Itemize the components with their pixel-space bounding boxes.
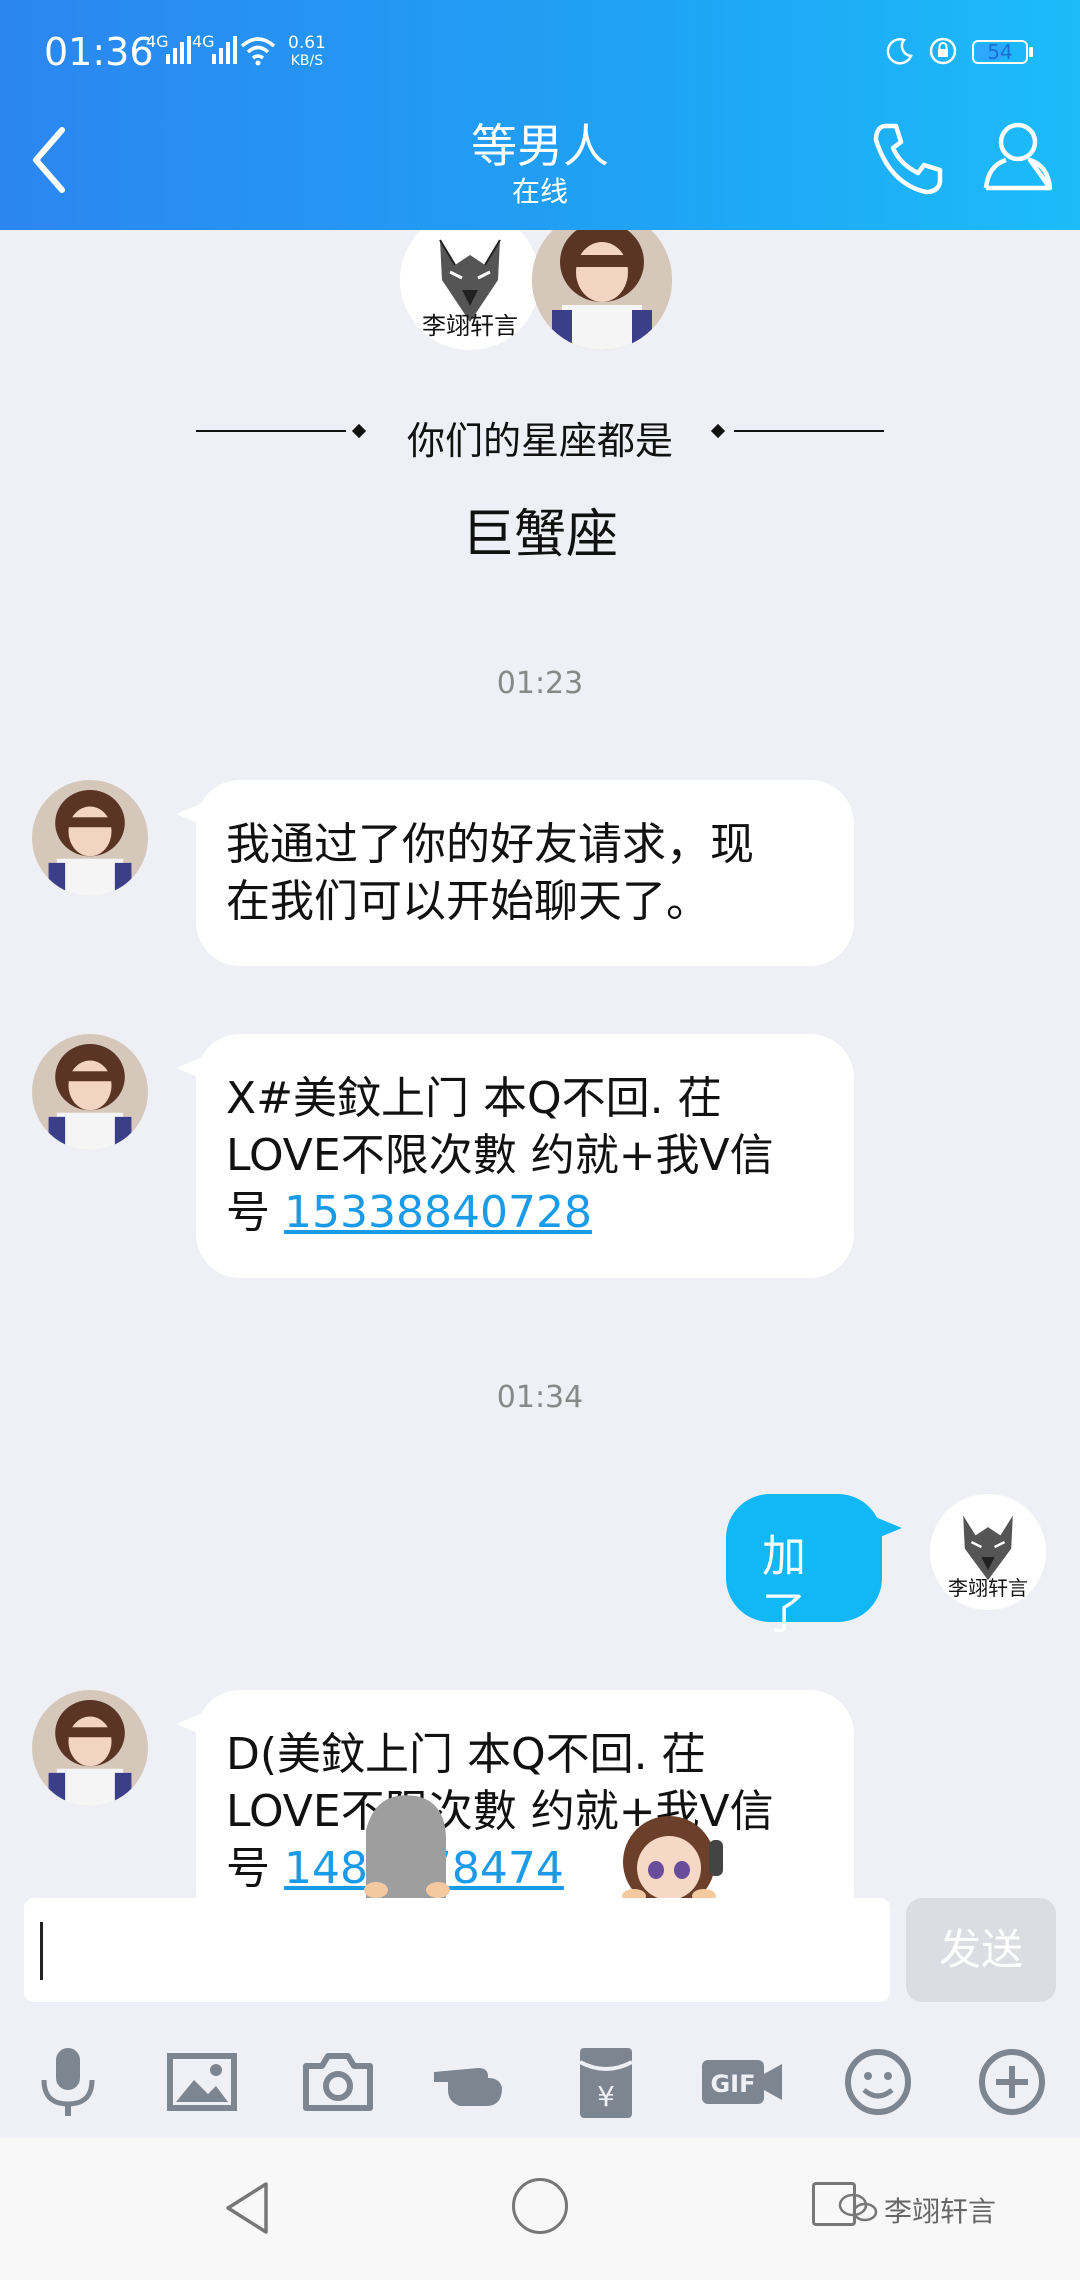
gif-icon[interactable]: GIF [698,2042,788,2122]
wolf-avatar-text: 李翊轩言 [422,312,518,340]
message-line: LOVE不限次數 约就+我V信 [226,1786,774,1837]
microphone-icon[interactable] [28,2042,108,2122]
grey-character-sticker [364,1795,450,1898]
message-timestamp: 01:23 [496,666,584,701]
divider-right [734,430,884,432]
contact-avatar[interactable] [32,1034,148,1150]
title-bar: 等男人 在线 [0,80,1080,230]
message-line: 号 148 78474 [226,1840,824,1897]
received-message-bubble[interactable]: X#美鈫上门 本Q不回. 茌 LOVE不限次數 约就+我V信 号 1533884… [176,1034,854,1278]
message-line: 号 15338840728 [226,1184,824,1241]
bubble-tail [176,1054,210,1082]
nav-back-icon[interactable] [218,2178,278,2238]
profile-button[interactable] [978,116,1058,196]
contact-avatar-header[interactable] [532,230,672,350]
wifi-icon [240,37,276,66]
network-speed: 0.61 KB/S [288,34,326,70]
emoji-icon[interactable] [838,2042,918,2122]
contact-avatar[interactable] [32,780,148,896]
top-bar: 01:36 4G 4G 0.61 KB/S 54 等男人 在线 [0,0,1080,230]
message-timestamp: 01:34 [496,1380,584,1415]
status-bar: 01:36 4G 4G 0.61 KB/S 54 [0,0,1080,80]
moon-icon [886,38,913,65]
girl-avatar-image [32,780,148,896]
message-text: 号 [226,1187,284,1238]
red-packet-icon[interactable]: ¥ [566,2042,646,2122]
phone-call-button[interactable] [868,118,948,198]
watermark: 李翊轩言 [838,2190,997,2230]
signal-icon [212,36,237,64]
battery-icon: 54 [972,40,1028,64]
received-message-bubble[interactable]: D(美鈫上门 本Q不回. 茌 LOVE不限次數 约就+我V信 号 148 784… [176,1690,854,1898]
message-line: LOVE不限次數 约就+我V信 [226,1130,774,1181]
message-text: 加了 [762,1531,806,1639]
girl-avatar-image [32,1690,148,1806]
send-button[interactable]: 发送 [906,1898,1056,2002]
image-icon[interactable] [162,2042,242,2122]
zodiac-caption: 你们的星座都是 [406,419,673,463]
wolf-avatar-text: 李翊轩言 [948,1576,1028,1600]
poke-hand-icon[interactable] [430,2042,510,2122]
contact-avatar[interactable] [32,1690,148,1806]
speed-value: 0.61 [288,33,326,53]
signal-icon [166,36,191,64]
my-avatar-header[interactable]: 李翊轩言 [400,230,540,350]
plus-icon[interactable] [972,2042,1052,2122]
battery-tip [1029,47,1033,57]
svg-text:¥: ¥ [597,2080,615,2113]
message-line: 我通过了你的好友请求，现 [226,819,754,870]
chat-area[interactable]: 李翊轩言 你们的星座都是 巨蟹座 01:23 我通过了你的好友请求，现 在我们可… [0,230,1080,1898]
bubble-tail [176,800,210,828]
watermark-text: 李翊轩言 [884,2195,997,2228]
system-nav-bar: 李翊轩言 [0,2138,1080,2280]
zodiac-value: 巨蟹座 [461,505,618,565]
camera-icon[interactable] [298,2042,378,2122]
received-message-bubble[interactable]: 我通过了你的好友请求，现 在我们可以开始聊天了。 [176,780,854,966]
message-line: 在我们可以开始聊天了。 [226,876,710,927]
bubble-tail [176,1710,210,1738]
message-line: D(美鈫上门 本Q不回. 茌 [226,1729,706,1780]
message-line: X#美鈫上门 本Q不回. 茌 [226,1073,722,1124]
rotation-lock-icon [929,37,957,65]
bubble-tail [868,1514,902,1542]
my-avatar[interactable]: 李翊轩言 [930,1494,1046,1610]
message-input[interactable] [24,1898,890,2002]
phone-number-link[interactable]: 15338840728 [284,1187,592,1238]
battery-level: 54 [987,40,1013,64]
speed-unit: KB/S [290,53,324,69]
sent-message-bubble[interactable]: 加了 [726,1494,902,1639]
girl-avatar-image [532,230,672,350]
message-text: 号 [226,1843,284,1894]
anime-girl-sticker [622,1816,723,1898]
wechat-icon [838,2193,878,2222]
status-time: 01:36 [44,30,154,74]
girl-avatar-image [32,1034,148,1150]
svg-text:GIF: GIF [710,2070,755,2098]
text-cursor [40,1922,43,1980]
input-area: 发送 ¥ GIF [0,1898,1080,2138]
nav-home-icon[interactable] [512,2178,568,2234]
